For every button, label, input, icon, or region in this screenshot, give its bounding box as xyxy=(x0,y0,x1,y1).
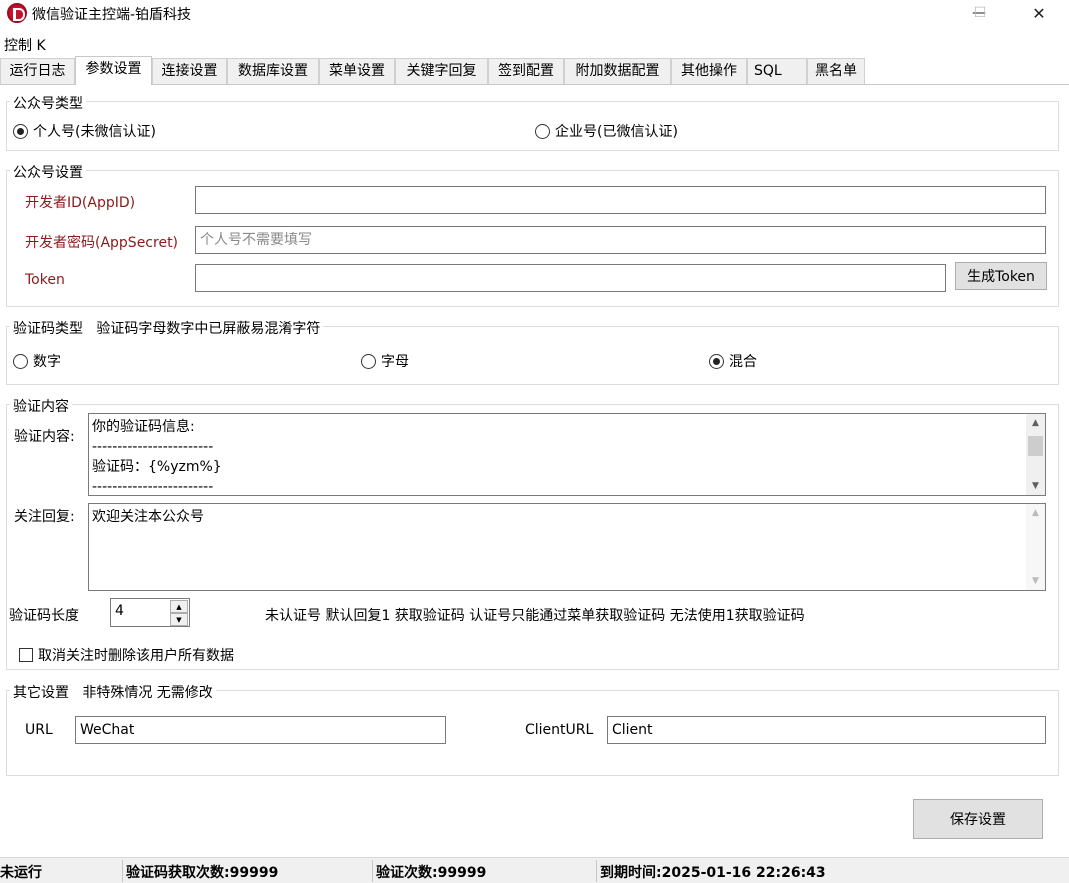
scroll-up-icon[interactable]: ▲ xyxy=(1026,414,1045,432)
scroll-down-icon[interactable]: ▼ xyxy=(1026,572,1045,590)
content-text: 你的验证码信息: ------------------------ 验证码：{%yz… xyxy=(92,419,222,495)
scroll-thumb[interactable] xyxy=(1028,436,1043,456)
scroll-up-icon[interactable]: ▲ xyxy=(1026,504,1045,522)
appid-input[interactable] xyxy=(195,186,1046,214)
radio-personal-dot xyxy=(13,123,28,139)
radio-digits-dot xyxy=(13,353,28,369)
appsecret-input[interactable]: 个人号不需要填写 xyxy=(195,226,1046,254)
follow-reply-text: 欢迎关注本公众号 xyxy=(92,509,204,525)
account-type-legend: 公众号类型 xyxy=(10,93,86,113)
follow-reply-label: 关注回复: xyxy=(14,509,75,525)
app-logo-icon xyxy=(7,3,27,23)
code-type-note: 验证码字母数字中已屏蔽易混淆字符 xyxy=(96,321,321,337)
code-hint: 未认证号 默认回复1 获取验证码 认证号只能通过菜单获取验证码 无法使用1获取验… xyxy=(265,608,805,624)
client-url-input[interactable]: Client xyxy=(607,716,1046,744)
stepper-down-icon[interactable]: ▼ xyxy=(170,613,188,626)
close-button[interactable]: ✕ xyxy=(1016,0,1062,26)
save-settings-button[interactable]: 保存设置 xyxy=(913,799,1043,839)
tab-checkin[interactable]: 签到配置 xyxy=(488,58,564,84)
tab-parameters[interactable]: 参数设置 xyxy=(75,56,152,85)
token-label: Token xyxy=(25,272,65,288)
verify-content-legend: 验证内容 xyxy=(10,396,72,416)
status-separator xyxy=(122,860,123,882)
radio-digits[interactable]: 数字 xyxy=(13,351,61,371)
code-length-stepper[interactable]: 4 ▲ ▼ xyxy=(110,598,190,627)
code-type-legend: 验证码类型 验证码字母数字中已屏蔽易混淆字符 xyxy=(10,318,324,338)
tab-run-log[interactable]: 运行日志 xyxy=(0,58,75,84)
status-expire: 到期时间:2025-01-16 22:26:43 xyxy=(600,865,826,881)
code-length-label: 验证码长度 xyxy=(9,608,79,624)
scroll-down-icon[interactable]: ▼ xyxy=(1026,477,1045,495)
content-textarea[interactable]: 你的验证码信息: ------------------------ 验证码：{%yz… xyxy=(88,413,1046,496)
tab-menu[interactable]: 菜单设置 xyxy=(319,58,395,84)
tab-other-ops[interactable]: 其他操作 xyxy=(671,58,747,84)
other-settings-note: 非特殊情况 无需修改 xyxy=(82,685,213,701)
tab-sql[interactable]: SQL xyxy=(747,58,807,84)
generate-token-button[interactable]: 生成Token xyxy=(955,262,1047,290)
url-label: URL xyxy=(25,722,53,738)
status-fetch-count: 验证码获取次数:99999 xyxy=(126,865,279,881)
radio-mixed[interactable]: 混合 xyxy=(709,351,757,371)
menu-control[interactable]: 控制 K xyxy=(4,35,46,55)
url-input[interactable]: WeChat xyxy=(75,716,446,744)
tab-database[interactable]: 数据库设置 xyxy=(227,58,319,84)
status-verify-count: 验证次数:99999 xyxy=(376,865,487,881)
status-separator xyxy=(596,860,597,882)
follow-reply-textarea[interactable]: 欢迎关注本公众号 ▲ ▼ xyxy=(88,503,1046,591)
other-settings-legend: 其它设置 非特殊情况 无需修改 xyxy=(10,682,216,702)
status-state: 未运行 xyxy=(0,865,42,881)
radio-letters[interactable]: 字母 xyxy=(361,351,409,371)
token-input[interactable] xyxy=(195,264,946,292)
account-type-group xyxy=(6,101,1059,151)
window-title: 微信验证主控端-铂盾科技 xyxy=(32,7,192,23)
checkbox-box xyxy=(19,648,33,662)
radio-enterprise[interactable]: 企业号(已微信认证) xyxy=(535,121,678,141)
tab-connection[interactable]: 连接设置 xyxy=(152,58,227,84)
account-settings-legend: 公众号设置 xyxy=(10,162,86,182)
status-separator xyxy=(372,860,373,882)
content-label: 验证内容: xyxy=(14,429,75,445)
tab-extra-data[interactable]: 附加数据配置 xyxy=(564,58,671,84)
appid-label: 开发者ID(AppID) xyxy=(25,195,136,211)
stepper-up-icon[interactable]: ▲ xyxy=(170,600,188,613)
radio-enterprise-dot xyxy=(535,123,550,139)
tab-keyword-reply[interactable]: 关键字回复 xyxy=(395,58,488,84)
tab-blacklist[interactable]: 黑名单 xyxy=(807,58,865,84)
maximize-button[interactable]: ☐ xyxy=(957,0,1003,26)
appsecret-label: 开发者密码(AppSecret) xyxy=(25,235,179,251)
content-scrollbar[interactable]: ▲ ▼ xyxy=(1026,414,1045,495)
client-url-label: ClientURL xyxy=(525,722,594,738)
radio-letters-dot xyxy=(361,353,376,369)
radio-mixed-dot xyxy=(709,353,724,369)
delete-on-unfollow-checkbox[interactable]: 取消关注时删除该用户所有数据 xyxy=(19,645,234,665)
follow-reply-scrollbar[interactable]: ▲ ▼ xyxy=(1026,504,1045,590)
radio-personal[interactable]: 个人号(未微信认证) xyxy=(13,121,156,141)
